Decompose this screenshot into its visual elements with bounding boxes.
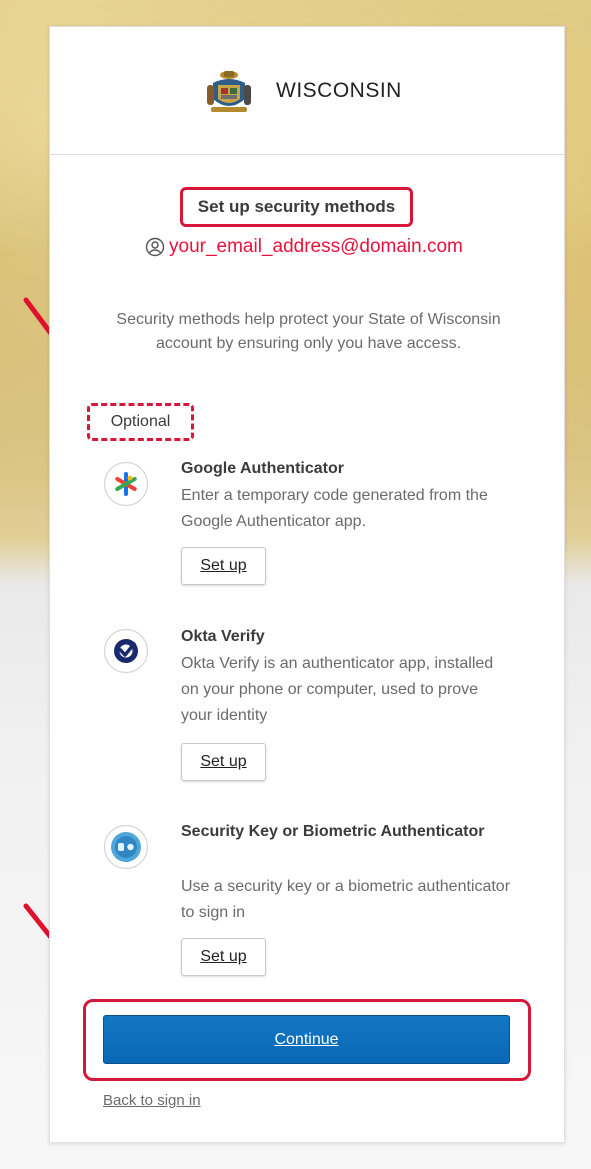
method-title-google-authenticator: Google Authenticator [181, 460, 344, 477]
card-header: WISCONSIN [50, 27, 564, 155]
okta-verify-icon [103, 628, 149, 674]
account-email: your_email_address@domain.com [169, 236, 463, 257]
account-email-row: your_email_address@domain.com [145, 234, 463, 260]
setup-button-label: Set up [200, 948, 247, 965]
page-title: Set up security methods [197, 197, 396, 216]
setup-button-security-key[interactable]: Set up [181, 938, 266, 976]
optional-label: Optional [110, 413, 171, 430]
setup-button-label: Set up [200, 753, 247, 770]
google-authenticator-icon [103, 461, 149, 507]
method-title-security-key: Security Key or Biometric Authenticator [181, 823, 485, 840]
continue-button[interactable]: Continue [103, 1015, 510, 1064]
back-to-sign-in-link[interactable]: Back to sign in [103, 1092, 201, 1109]
setup-button-google-authenticator[interactable]: Set up [181, 547, 266, 585]
setup-button-label: Set up [200, 557, 247, 574]
method-description-security-key: Use a security key or a biometric authen… [181, 878, 511, 921]
title-highlight: Set up security methods [180, 187, 413, 227]
continue-button-label: Continue [274, 1030, 339, 1048]
optional-highlight: Optional [87, 403, 194, 441]
setup-button-okta-verify[interactable]: Set up [181, 743, 266, 781]
page-description: Security methods help protect your State… [116, 311, 501, 352]
method-title-okta-verify: Okta Verify [181, 628, 265, 645]
security-key-icon [103, 824, 149, 870]
brand-name: WISCONSIN [276, 79, 402, 102]
auth-card: WISCONSIN Set up security methods your_e… [49, 26, 565, 1143]
wisconsin-seal-icon [207, 71, 251, 112]
method-description-okta-verify: Okta Verify is an authenticator app, ins… [181, 655, 494, 724]
user-icon [145, 237, 165, 257]
method-description-google-authenticator: Enter a temporary code generated from th… [181, 487, 488, 530]
